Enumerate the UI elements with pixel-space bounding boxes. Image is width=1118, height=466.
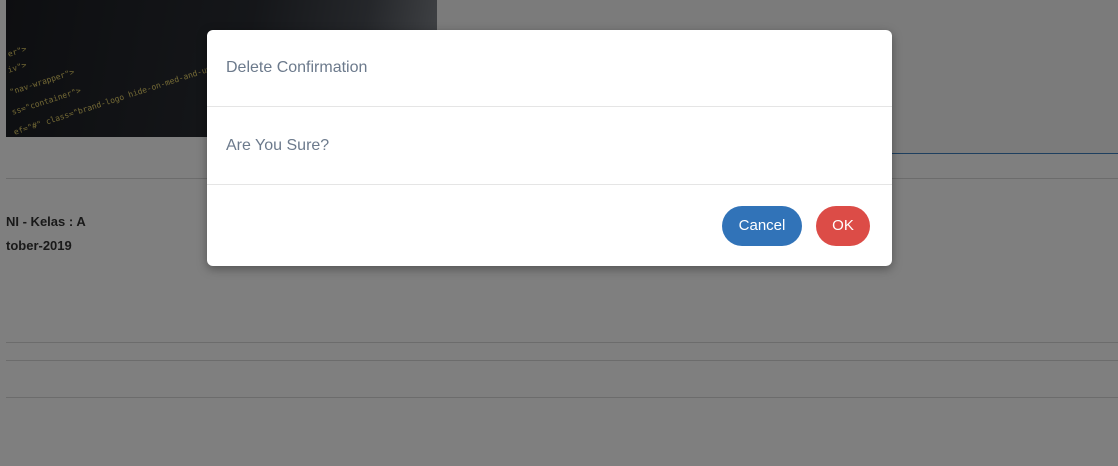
dialog-footer: Cancel OK [207,185,892,266]
dialog-body: Are You Sure? [207,107,892,185]
dialog-header: Delete Confirmation [207,30,892,107]
delete-confirmation-dialog: Delete Confirmation Are You Sure? Cancel… [207,30,892,266]
page: er"> iv"> "nav-wrapper"> ss="container">… [0,0,1118,466]
cancel-button[interactable]: Cancel [722,205,802,246]
ok-button[interactable]: OK [816,205,870,246]
dialog-message: Are You Sure? [226,136,330,154]
dialog-title: Delete Confirmation [226,59,368,76]
